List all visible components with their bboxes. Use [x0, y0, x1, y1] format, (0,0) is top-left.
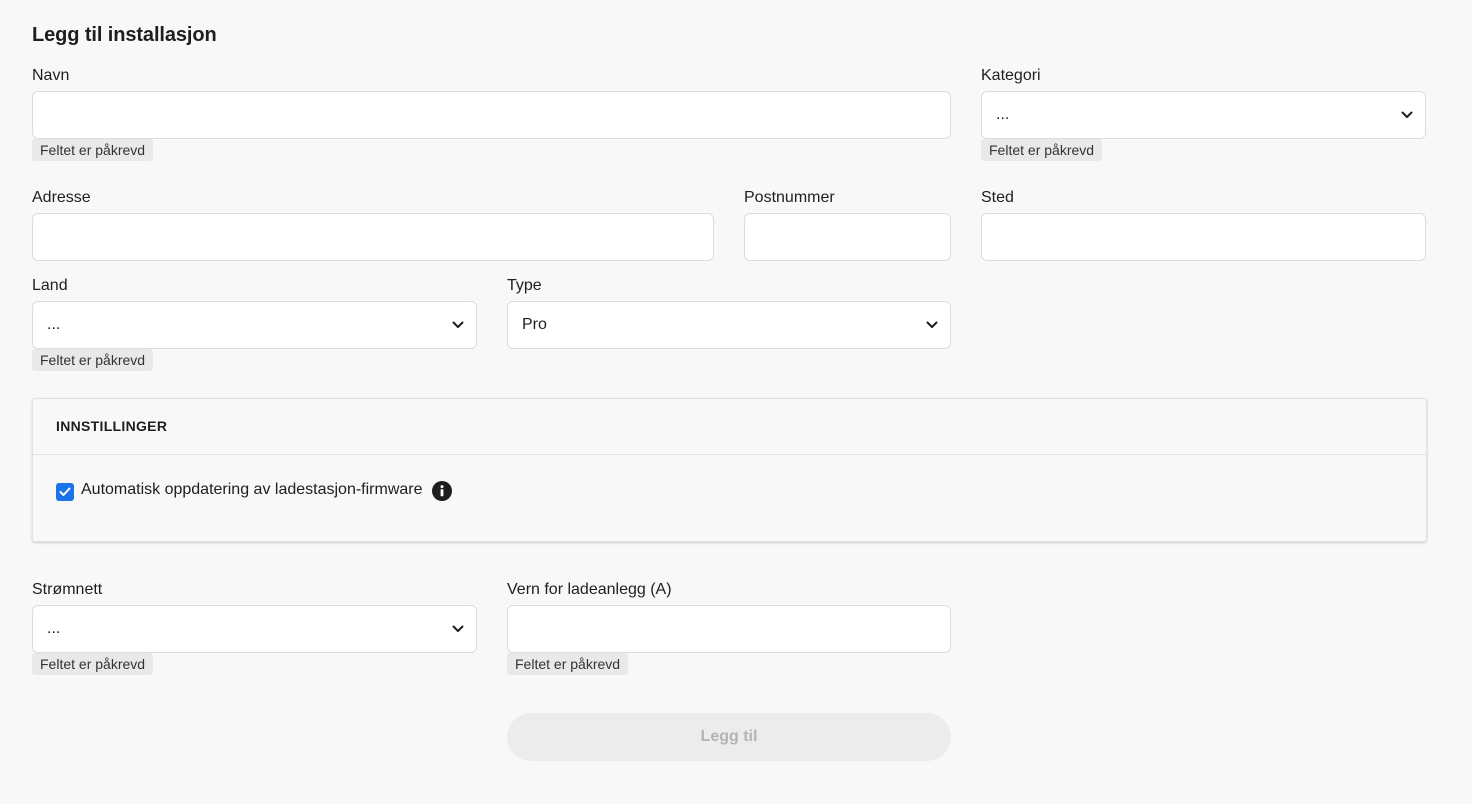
settings-title: INNSTILLINGER	[56, 418, 168, 434]
navn-input[interactable]	[32, 91, 951, 139]
adresse-input[interactable]	[32, 213, 714, 261]
kategori-required-hint: Feltet er påkrevd	[981, 139, 1103, 161]
add-button[interactable]: Legg til	[507, 713, 951, 761]
add-installation-page: Legg til installasjon Navn Feltet er påk…	[0, 0, 1472, 804]
kategori-select-value: ...	[996, 106, 1010, 123]
chevron-down-icon	[452, 623, 464, 635]
navn-required-hint: Feltet er påkrevd	[32, 139, 154, 161]
stromnett-label: Strømnett	[32, 581, 103, 598]
land-select[interactable]: ...	[32, 301, 477, 349]
sted-label: Sted	[981, 189, 1014, 206]
info-icon[interactable]	[432, 481, 452, 501]
kategori-select[interactable]: ...	[981, 91, 1426, 139]
vern-input[interactable]	[507, 605, 951, 653]
settings-panel-header: INNSTILLINGER	[33, 399, 1426, 455]
chevron-down-icon	[926, 319, 938, 331]
type-select[interactable]: Pro	[507, 301, 951, 349]
sted-input[interactable]	[981, 213, 1426, 261]
land-label: Land	[32, 277, 68, 294]
stromnett-select[interactable]: ...	[32, 605, 477, 653]
postnummer-label: Postnummer	[744, 189, 835, 206]
stromnett-required-hint: Feltet er påkrevd	[32, 653, 154, 675]
settings-panel: INNSTILLINGER Automatisk oppdatering av …	[32, 398, 1427, 542]
page-title: Legg til installasjon	[32, 24, 217, 46]
chevron-down-icon	[1401, 109, 1413, 121]
kategori-label: Kategori	[981, 67, 1041, 84]
land-select-value: ...	[47, 316, 61, 333]
vern-label: Vern for ladeanlegg (A)	[507, 581, 672, 598]
vern-required-hint: Feltet er påkrevd	[507, 653, 629, 675]
stromnett-select-value: ...	[47, 620, 61, 637]
auto-update-checkbox[interactable]	[56, 483, 74, 501]
chevron-down-icon	[452, 319, 464, 331]
type-label: Type	[507, 277, 542, 294]
checkmark-icon	[59, 487, 71, 496]
navn-label: Navn	[32, 67, 70, 84]
land-required-hint: Feltet er påkrevd	[32, 349, 154, 371]
type-select-value: Pro	[522, 316, 547, 333]
adresse-label: Adresse	[32, 189, 91, 206]
auto-update-label[interactable]: Automatisk oppdatering av ladestasjon-fi…	[81, 481, 423, 499]
postnummer-input[interactable]	[744, 213, 951, 261]
